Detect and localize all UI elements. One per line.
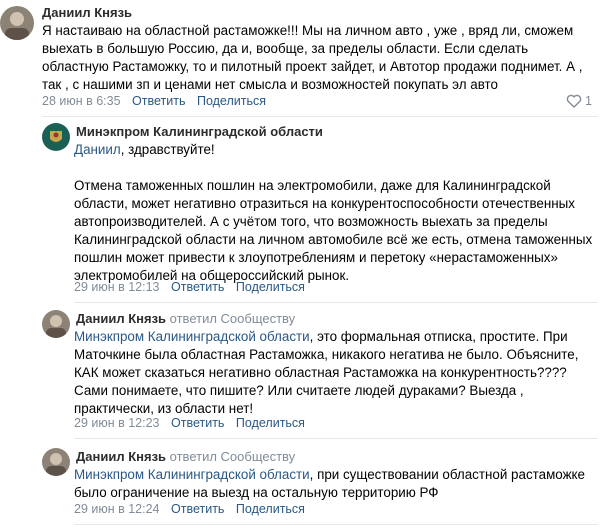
share-button[interactable]: Поделиться	[236, 280, 305, 294]
avatar[interactable]	[42, 310, 70, 338]
replied-label: ответил Сообществу	[169, 449, 296, 464]
reply-button[interactable]: Ответить	[171, 502, 224, 516]
comment-author[interactable]: Даниил Князь ответил Сообществу	[76, 449, 295, 464]
divider	[74, 302, 598, 303]
like-button[interactable]: 1	[566, 94, 592, 108]
share-button[interactable]: Поделиться	[197, 94, 266, 108]
like-count: 1	[585, 94, 592, 108]
comment-meta: 29 июн в 12:23 Ответить Поделиться	[74, 416, 305, 430]
comment-author[interactable]: Минэкпром Калининградской области	[76, 124, 323, 139]
comment-greeting: Даниил, здравствуйте!	[74, 142, 215, 157]
comment-date[interactable]: 29 июн в 12:13	[74, 280, 160, 294]
divider	[74, 438, 598, 439]
comment-text: Минэкпром Калининградской области, это ф…	[74, 329, 579, 416]
comment-text: Я настаиваю на областной растаможке!!! М…	[42, 23, 583, 92]
share-button[interactable]: Поделиться	[236, 416, 305, 430]
mention-link[interactable]: Минэкпром Калининградской области	[74, 467, 310, 482]
heart-icon	[566, 94, 582, 108]
reply-button[interactable]: Ответить	[171, 280, 224, 294]
reply-button[interactable]: Ответить	[132, 94, 185, 108]
comment-author[interactable]: Даниил Князь	[42, 5, 132, 20]
mention-link[interactable]: Даниил	[74, 142, 121, 157]
comment-date[interactable]: 28 июн в 6:35	[42, 94, 121, 108]
replied-label: ответил Сообществу	[169, 311, 296, 326]
divider	[42, 116, 598, 117]
mention-link[interactable]: Минэкпром Калининградской области	[74, 329, 310, 344]
community-avatar[interactable]	[42, 123, 70, 151]
comment-author[interactable]: Даниил Князь ответил Сообществу	[76, 311, 295, 326]
comment-meta: 28 июн в 6:35 Ответить Поделиться	[42, 94, 266, 108]
comment-date[interactable]: 29 июн в 12:23	[74, 416, 160, 430]
comment-text: Отмена таможенных пошлин на электромобил…	[74, 178, 593, 283]
comment-meta: 29 июн в 12:13 Ответить Поделиться	[74, 280, 305, 294]
avatar[interactable]	[42, 448, 70, 476]
share-button[interactable]: Поделиться	[236, 502, 305, 516]
avatar[interactable]	[0, 6, 34, 40]
comment-meta: 29 июн в 12:24 Ответить Поделиться	[74, 502, 305, 516]
reply-button[interactable]: Ответить	[171, 416, 224, 430]
divider	[74, 524, 598, 525]
comment-text: Минэкпром Калининградской области, при с…	[74, 467, 585, 500]
comment-date[interactable]: 29 июн в 12:24	[74, 502, 160, 516]
